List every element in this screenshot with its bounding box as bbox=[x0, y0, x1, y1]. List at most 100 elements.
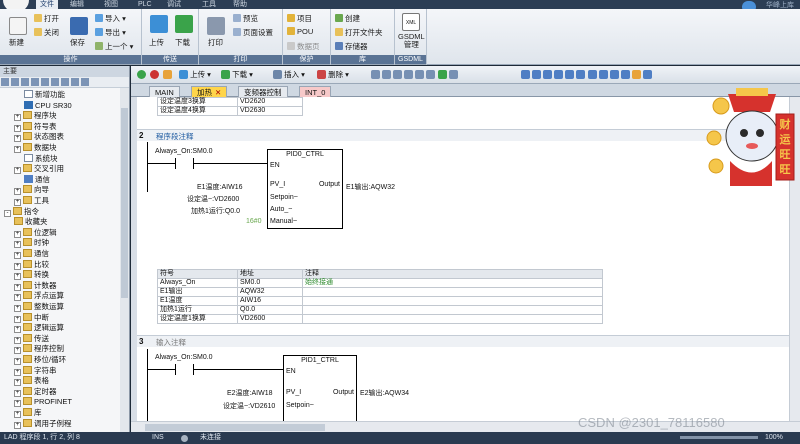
expand-icon[interactable]: + bbox=[14, 188, 21, 196]
tree-item[interactable]: + 比较 bbox=[14, 259, 49, 270]
close-icon[interactable]: ✕ bbox=[215, 88, 221, 97]
zoom-slider[interactable] bbox=[680, 436, 758, 439]
expand-icon[interactable]: + bbox=[14, 283, 21, 291]
tree-tool-icon[interactable] bbox=[61, 78, 69, 86]
tree-item[interactable]: + 程序块 bbox=[14, 111, 57, 122]
input-operand[interactable]: 加热1运行:Q0.0 bbox=[191, 206, 240, 216]
tree-tool-icon[interactable] bbox=[31, 78, 39, 86]
previous-button[interactable]: 上一个 ▾ bbox=[95, 41, 133, 52]
stop-icon[interactable] bbox=[150, 70, 159, 80]
expand-icon[interactable]: + bbox=[14, 336, 21, 344]
contact-bar-left[interactable] bbox=[175, 158, 176, 169]
expand-icon[interactable]: + bbox=[14, 389, 21, 397]
expand-icon[interactable]: + bbox=[14, 199, 21, 206]
input-operand[interactable]: E2温度:AIW18 bbox=[227, 388, 273, 398]
tree-item[interactable]: CPU SR30 bbox=[24, 100, 72, 111]
expand-icon[interactable]: + bbox=[14, 252, 21, 259]
expand-icon[interactable]: + bbox=[14, 347, 21, 355]
tree-item[interactable]: + 向导 bbox=[14, 185, 49, 196]
tree-item[interactable]: 系统块 bbox=[24, 153, 58, 164]
print-button[interactable]: 打印 bbox=[208, 37, 223, 48]
editor-upload-button[interactable]: 上传 ▾ bbox=[179, 70, 211, 80]
menu-view[interactable]: 视图 bbox=[104, 0, 118, 9]
expand-icon[interactable]: + bbox=[14, 379, 21, 387]
save-button[interactable]: 保存 bbox=[70, 37, 85, 48]
input-constant[interactable]: 16#0 bbox=[246, 218, 262, 225]
network-header[interactable]: 2 程序段注释 bbox=[137, 129, 800, 141]
editor-insert-button[interactable]: 插入 ▾ bbox=[273, 70, 305, 80]
tab-int0[interactable]: INT_0 bbox=[299, 86, 332, 97]
network-comment[interactable]: 输入注释 bbox=[156, 337, 186, 348]
protect-project-button[interactable]: 项目 bbox=[287, 13, 312, 24]
tree-item[interactable]: + 浮点运算 bbox=[14, 291, 64, 302]
tree-tool-icon[interactable] bbox=[1, 78, 9, 86]
ladder-element-icons[interactable] bbox=[521, 70, 653, 80]
tree-item[interactable]: + 整数运算 bbox=[14, 302, 64, 312]
collapse-icon[interactable]: - bbox=[4, 209, 11, 217]
expand-icon[interactable]: + bbox=[14, 114, 21, 122]
tree-item[interactable]: 新增功能 bbox=[24, 90, 65, 100]
tab-heating[interactable]: 加热 ✕ bbox=[191, 86, 228, 97]
contact-bar-left[interactable] bbox=[175, 364, 176, 375]
tree-tool-icon[interactable] bbox=[81, 78, 89, 86]
run-icon[interactable] bbox=[137, 70, 146, 80]
expand-icon[interactable]: + bbox=[14, 146, 21, 153]
tree-item[interactable]: + 数据块 bbox=[14, 143, 57, 153]
expand-icon[interactable]: + bbox=[14, 400, 21, 408]
preview-button[interactable]: 预览 bbox=[233, 13, 258, 24]
open-button[interactable]: 打开 bbox=[34, 13, 59, 24]
input-operand[interactable]: 设定温~:VD2610 bbox=[223, 401, 275, 411]
download-button[interactable]: 下载 bbox=[175, 37, 190, 48]
tree-item[interactable]: + 定时器 bbox=[14, 386, 57, 397]
tree-item[interactable]: + PROFINET bbox=[14, 397, 72, 408]
contact-operand[interactable]: Always_On:SM0.0 bbox=[155, 354, 213, 361]
expand-icon[interactable]: + bbox=[14, 167, 21, 175]
tree-tool-icon[interactable] bbox=[21, 78, 29, 86]
import-button[interactable]: 导入 ▾ bbox=[95, 13, 126, 24]
pid1-ctrl-block[interactable]: PID1_CTRL EN PV_I Setpoin~ Output bbox=[283, 355, 357, 421]
network-comment[interactable]: 程序段注释 bbox=[156, 131, 194, 142]
open-folder-button[interactable]: 打开文件夹 bbox=[335, 27, 383, 38]
tree-item[interactable]: + 符号表 bbox=[14, 121, 57, 132]
menu-plc[interactable]: PLC bbox=[138, 0, 152, 9]
menu-tools[interactable]: 工具 bbox=[202, 0, 216, 9]
tree-tool-icon[interactable] bbox=[71, 78, 79, 86]
expand-icon[interactable]: + bbox=[14, 294, 21, 302]
expand-icon[interactable]: + bbox=[14, 135, 21, 143]
tree-item[interactable]: + 工具 bbox=[14, 196, 49, 206]
tree-item[interactable]: + 逻辑运算 bbox=[14, 323, 64, 334]
tree-item[interactable]: + 库 bbox=[14, 408, 42, 418]
expand-icon[interactable]: + bbox=[14, 273, 21, 281]
tree-tool-icon[interactable] bbox=[11, 78, 19, 86]
export-button[interactable]: 导出 ▾ bbox=[95, 27, 126, 38]
expand-icon[interactable]: + bbox=[14, 230, 21, 238]
close-button[interactable]: 关闭 bbox=[34, 27, 59, 38]
expand-icon[interactable]: + bbox=[14, 124, 21, 132]
tree-item[interactable]: - 指令 bbox=[4, 206, 39, 217]
output-operand[interactable]: E2输出:AQW34 bbox=[360, 388, 409, 398]
network-header[interactable]: 3 输入注释 bbox=[137, 335, 800, 347]
new-button[interactable]: 新建 bbox=[9, 37, 24, 48]
tree-item[interactable]: + 表格 bbox=[14, 376, 49, 387]
page-setup-button[interactable]: 页面设置 bbox=[233, 27, 273, 38]
tree-item[interactable]: + 时钟 bbox=[14, 238, 49, 249]
tree-item[interactable]: 通信 bbox=[24, 174, 50, 185]
tree-item[interactable]: + 调用子例程 bbox=[14, 418, 72, 429]
menu-debug[interactable]: 调试 bbox=[167, 0, 181, 9]
tree-item[interactable]: + 通信 bbox=[14, 249, 49, 259]
tree-item[interactable]: + 字符串 bbox=[14, 365, 57, 376]
toolbar-icon-strip[interactable] bbox=[371, 70, 458, 80]
expand-icon[interactable]: + bbox=[14, 411, 21, 418]
tree-item[interactable]: + 传送 bbox=[14, 333, 49, 344]
zoom-level[interactable]: 100% bbox=[765, 432, 783, 444]
expand-icon[interactable]: + bbox=[14, 305, 21, 312]
expand-icon[interactable]: + bbox=[14, 421, 21, 429]
menu-help[interactable]: 帮助 bbox=[233, 0, 247, 9]
expand-icon[interactable]: + bbox=[14, 358, 21, 365]
input-operand[interactable]: 设定温~:VD2600 bbox=[187, 194, 239, 204]
protect-datapage-button[interactable]: 数据页 bbox=[287, 41, 320, 52]
input-operand[interactable]: E1温度:AIW16 bbox=[197, 182, 243, 192]
expand-icon[interactable]: + bbox=[14, 315, 21, 323]
pid0-ctrl-block[interactable]: PID0_CTRL EN PV_I Setpoin~ Auto_~ Manual… bbox=[267, 149, 343, 229]
compile-icon[interactable] bbox=[163, 70, 172, 80]
